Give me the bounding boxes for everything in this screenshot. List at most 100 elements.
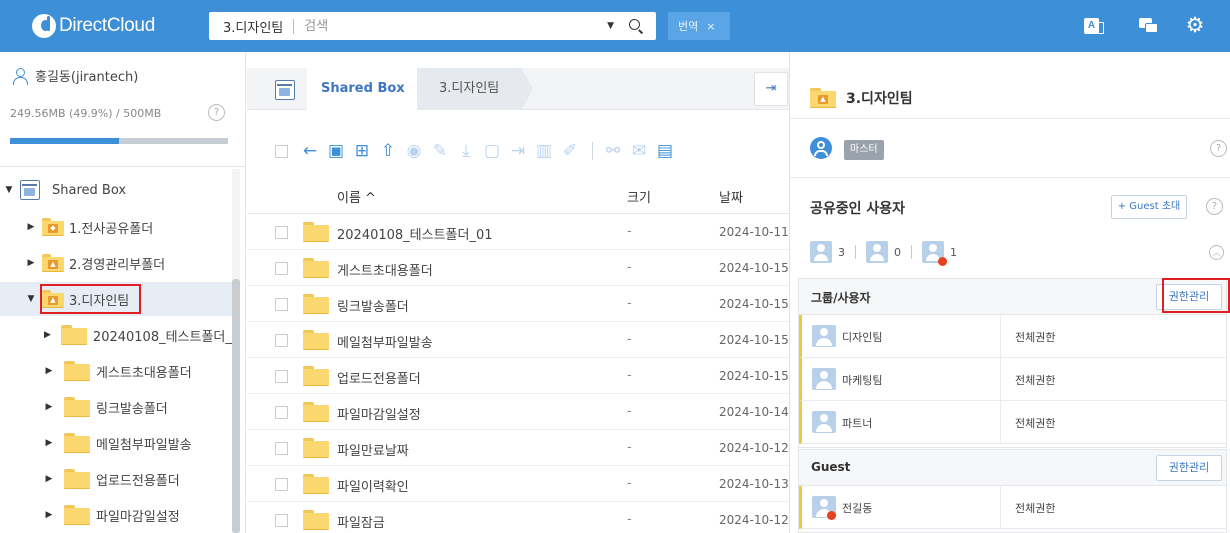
mail-icon[interactable]: ✉ — [627, 139, 651, 163]
select-all-checkbox[interactable] — [275, 144, 288, 158]
tree-item-folder[interactable]: ▶ 게스트초대용폴더 — [0, 354, 232, 388]
invite-guest-button[interactable]: + Guest 초대 — [1111, 195, 1187, 219]
tree-item-folder[interactable]: ▶ 20240108_테스트폴더_01 — [0, 318, 232, 352]
tree-item-folder[interactable]: ▶ ◆ 1.전사공유폴더 — [0, 210, 232, 244]
tree-item-folder[interactable]: ▶ 메일첨부파일발송 — [0, 426, 232, 460]
list-item[interactable]: 디자인팀 전체권한 — [799, 315, 1226, 358]
search-icon[interactable] — [626, 16, 646, 36]
preview-eye-icon[interactable]: ◉ — [402, 139, 426, 163]
tree-expand-icon[interactable]: ▶ — [44, 474, 54, 484]
copy-icon[interactable]: ▢ — [480, 139, 504, 163]
move-icon[interactable]: ⇥ — [506, 139, 530, 163]
tree-expand-icon[interactable]: ▶ — [44, 330, 51, 340]
collapse-panel-icon[interactable]: ⇥ — [754, 72, 788, 106]
table-row[interactable]: 게스트초대용폴더 - 2024-10-15 1 — [247, 250, 789, 286]
group-icon — [812, 411, 836, 433]
new-file-icon[interactable]: ▣ — [324, 139, 348, 163]
search-input[interactable] — [304, 18, 608, 34]
rename-icon[interactable]: ✐ — [558, 139, 582, 163]
user-icon — [866, 241, 888, 263]
list-item[interactable]: 전길동 전체권한 — [799, 486, 1226, 529]
row-checkbox[interactable] — [275, 370, 288, 383]
tree-scrollbar[interactable] — [232, 169, 240, 533]
column-name-header[interactable]: 이름 ^ — [337, 187, 376, 206]
file-name[interactable]: 메일첨부파일발송 — [337, 332, 433, 351]
list-item[interactable]: 파트너 전체권한 — [799, 401, 1226, 444]
table-row[interactable]: 업로드전용폴더 - 2024-10-15 1 — [247, 358, 789, 394]
file-name[interactable]: 파일잠금 — [337, 512, 385, 531]
tree-expand-icon[interactable]: ▶ — [26, 222, 36, 232]
file-name[interactable]: 20240108_테스트폴더_01 — [337, 224, 493, 243]
chat-icon[interactable] — [1139, 16, 1159, 36]
divider — [1000, 315, 1001, 357]
row-checkbox[interactable] — [275, 514, 288, 527]
app-logo[interactable]: DirectCloud — [32, 13, 155, 39]
tree-collapse-icon[interactable]: ▼ — [26, 294, 36, 304]
back-arrow-icon[interactable]: ← — [298, 139, 322, 163]
table-row[interactable]: 파일마감일설정 - 2024-10-14 0 — [247, 394, 789, 430]
tree-item-shared-box[interactable]: ▼ Shared Box — [0, 173, 232, 207]
file-name[interactable]: 파일마감일설정 — [337, 404, 421, 423]
file-name[interactable]: 링크발송폴더 — [337, 296, 409, 315]
row-checkbox[interactable] — [275, 478, 288, 491]
row-checkbox[interactable] — [275, 334, 288, 347]
tree-item-label: 20240108_테스트폴더_01 — [92, 329, 232, 345]
link-icon[interactable]: ⚯ — [601, 139, 625, 163]
folder-icon — [303, 222, 329, 242]
file-name[interactable]: 업로드전용폴더 — [337, 368, 421, 387]
table-row[interactable]: 20240108_테스트폴더_01 - 2024-10-11 1 — [247, 214, 789, 250]
gear-icon[interactable]: ⚙ — [1185, 15, 1205, 36]
file-name[interactable]: 파일이력확인 — [337, 476, 409, 495]
file-name[interactable]: 게스트초대용폴더 — [337, 260, 433, 279]
scrollbar-thumb[interactable] — [232, 279, 240, 533]
tree-expand-icon[interactable]: ▶ — [44, 510, 54, 520]
translate-icon[interactable]: A — [1084, 16, 1104, 36]
row-checkbox[interactable] — [275, 226, 288, 239]
translate-close-icon[interactable]: × — [706, 20, 715, 33]
tree-item-folder[interactable]: ▶ ▲ 2.경영관리부폴더 — [0, 246, 232, 280]
column-size-header[interactable]: 크기 — [627, 187, 651, 206]
tree-collapse-icon[interactable]: ▼ — [4, 185, 14, 195]
section-header: Guest 권한관리 — [799, 450, 1226, 486]
search-dropdown-caret-icon[interactable]: ▼ — [607, 21, 614, 31]
table-row[interactable]: 파일만료날짜 - 2024-10-12 0 — [247, 430, 789, 466]
tree-item-folder[interactable]: ▶ 업로드전용폴더 — [0, 462, 232, 496]
edit-pencil-icon[interactable]: ✎ — [428, 139, 452, 163]
row-checkbox[interactable] — [275, 406, 288, 419]
tree-item-label: 1.전사공유폴더 — [69, 221, 154, 237]
row-checkbox[interactable] — [275, 298, 288, 311]
tree-expand-icon[interactable]: ▶ — [26, 258, 36, 268]
help-icon[interactable]: ? — [208, 104, 225, 121]
list-item[interactable]: 마케팅팀 전체권한 — [799, 358, 1226, 401]
search-scope[interactable]: 3.디자인팀 — [209, 17, 283, 36]
row-checkbox[interactable] — [275, 262, 288, 275]
folder-icon — [303, 402, 329, 422]
breadcrumb-current-folder[interactable]: 3.디자인팀 — [417, 68, 534, 110]
new-folder-icon[interactable]: ⊞ — [350, 139, 374, 163]
tree-expand-icon[interactable]: ▶ — [44, 402, 54, 412]
share-folder-icon[interactable]: ▤ — [653, 139, 677, 163]
help-icon[interactable]: ? — [1210, 140, 1227, 157]
manage-guest-permissions-button[interactable]: 권한관리 — [1156, 455, 1222, 481]
chevron-up-icon[interactable]: ︿ — [1209, 245, 1224, 260]
user-profile[interactable]: 홍길동(jirantech) — [13, 66, 138, 85]
tree-item-folder[interactable]: ▶ 링크발송폴더 — [0, 390, 232, 424]
translate-button[interactable]: 번역 × — [668, 12, 730, 40]
tree-item-folder[interactable]: ▶ 파일마감일설정 — [0, 498, 232, 532]
help-icon[interactable]: ? — [1206, 198, 1223, 215]
column-date-header[interactable]: 날짜 — [719, 187, 743, 206]
upload-icon[interactable]: ⇧ — [376, 139, 400, 163]
table-row[interactable]: 링크발송폴더 - 2024-10-15 1 — [247, 286, 789, 322]
tree-expand-icon[interactable]: ▶ — [44, 366, 54, 376]
breadcrumb-shared-box[interactable]: Shared Box — [307, 68, 435, 110]
table-row[interactable]: 파일이력확인 - 2024-10-13 1 — [247, 466, 789, 502]
guest-status-dot — [827, 511, 836, 520]
delete-icon[interactable]: ▥ — [532, 139, 556, 163]
download-icon[interactable]: ⤓ — [454, 139, 478, 163]
row-checkbox[interactable] — [275, 442, 288, 455]
tree-expand-icon[interactable]: ▶ — [44, 438, 54, 448]
file-toolbar: ← ▣ ⊞ ⇧ ◉ ✎ ⤓ ▢ ⇥ ▥ ✐ ⚯ ✉ ▤ — [247, 134, 789, 168]
table-row[interactable]: 파일잠금 - 2024-10-12 0 — [247, 502, 789, 533]
table-row[interactable]: 메일첨부파일발송 - 2024-10-15 1 — [247, 322, 789, 358]
file-name[interactable]: 파일만료날짜 — [337, 440, 409, 459]
